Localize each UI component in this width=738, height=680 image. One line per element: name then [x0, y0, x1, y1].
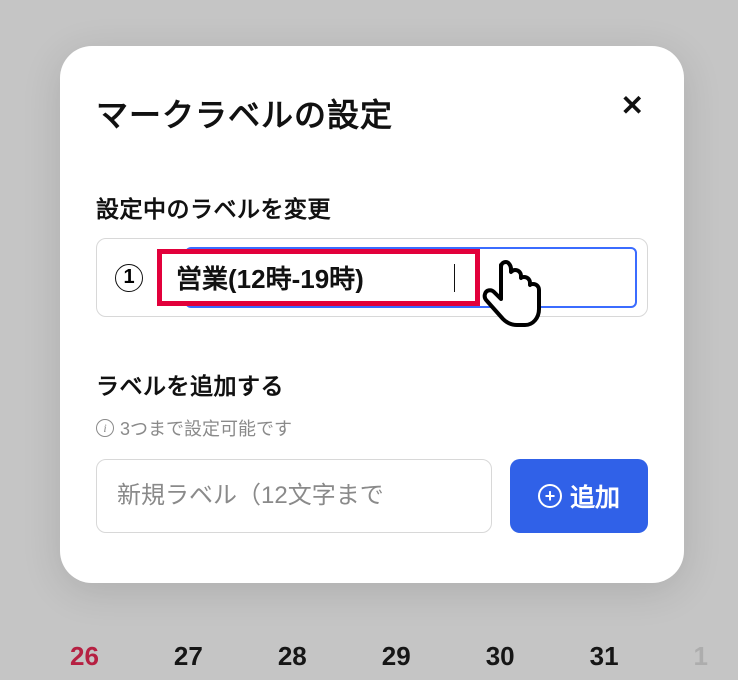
add-button-label: 追加: [570, 478, 620, 514]
add-hint-row: i 3つまで設定可能です: [96, 415, 648, 441]
edit-section-heading: 設定中のラベルを変更: [96, 190, 648, 224]
edit-label-highlight: [157, 249, 480, 306]
close-icon: ✕: [621, 90, 644, 121]
close-button[interactable]: ✕: [617, 90, 648, 122]
edit-label-input[interactable]: [176, 262, 456, 293]
modal-header: マークラベルの設定 ✕: [96, 90, 648, 136]
edit-label-row: 1: [96, 238, 648, 317]
new-label-input[interactable]: [96, 459, 492, 533]
mark-label-settings-modal: マークラベルの設定 ✕ 設定中のラベルを変更 1 ラベルを追加する: [60, 46, 684, 583]
add-label-row: + 追加: [96, 459, 648, 533]
plus-circle-icon: +: [538, 484, 562, 508]
modal-title: マークラベルの設定: [96, 90, 393, 136]
edit-label-section: 設定中のラベルを変更 1: [96, 190, 648, 317]
text-caret: [454, 264, 455, 292]
add-label-section: ラベルを追加する i 3つまで設定可能です + 追加: [96, 367, 648, 533]
pointer-cursor-icon: [477, 259, 547, 344]
label-index-badge: 1: [115, 264, 143, 292]
add-hint-text: 3つまで設定可能です: [120, 415, 292, 441]
add-section-heading: ラベルを追加する: [96, 367, 648, 401]
add-button[interactable]: + 追加: [510, 459, 648, 533]
info-icon: i: [96, 419, 114, 437]
